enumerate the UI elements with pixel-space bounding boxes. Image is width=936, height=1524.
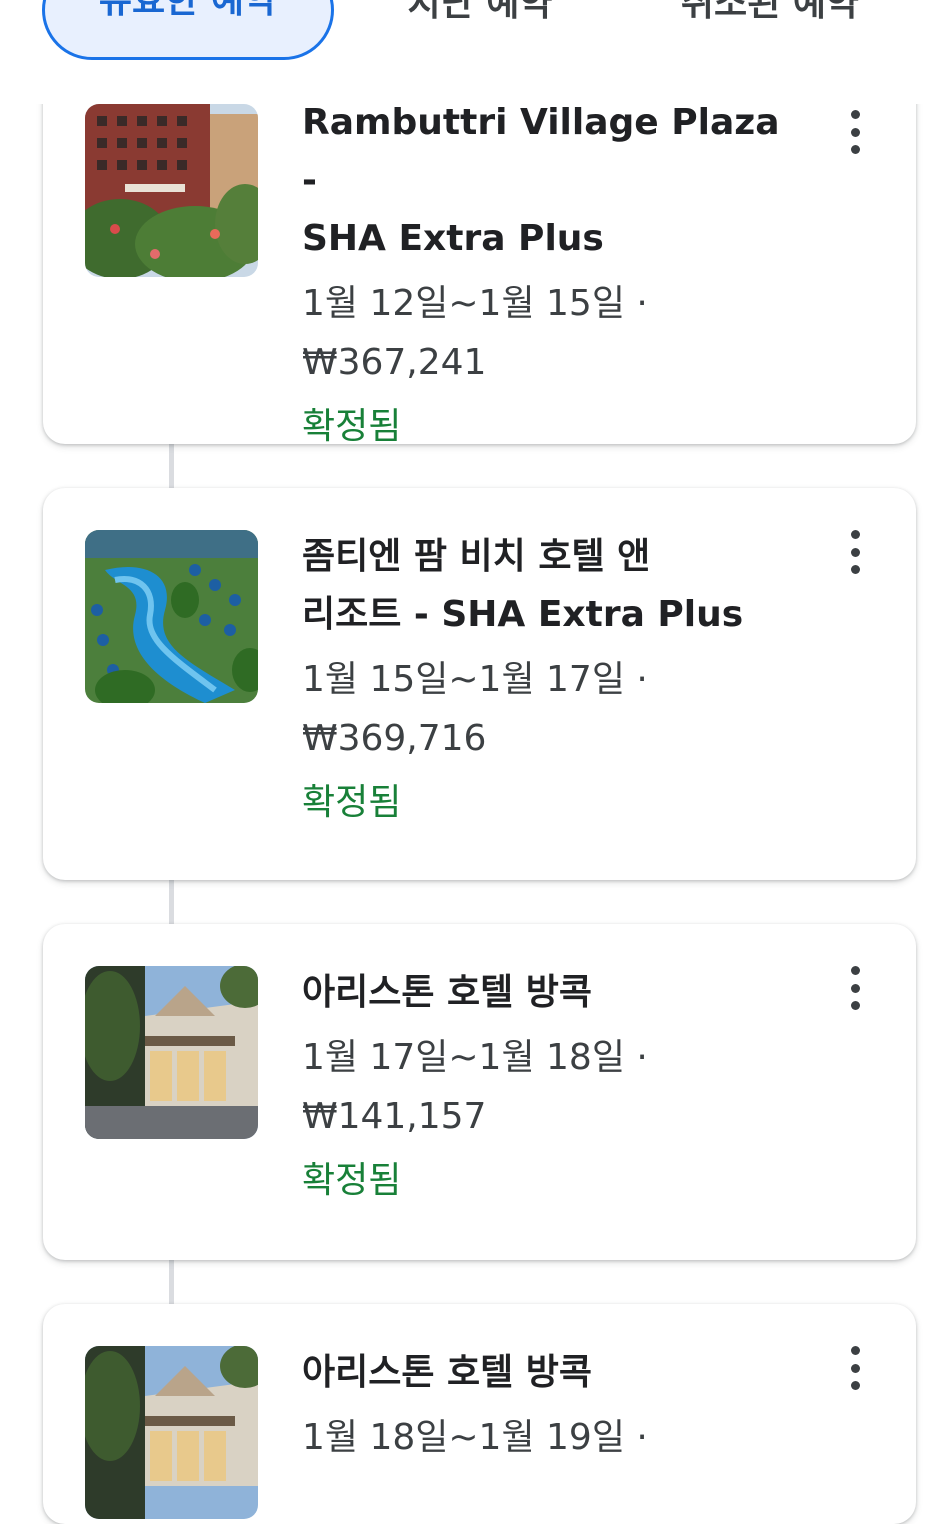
hotel-entrance-photo-icon xyxy=(85,966,258,1139)
booking-card[interactable]: 좀티엔 팜 비치 호텔 앤 리조트 - SHA Extra Plus 1월 15… xyxy=(43,488,916,880)
booking-card[interactable]: 아리스톤 호텔 방콕 1월 17일~1월 18일 · ₩141,157 확정됨 xyxy=(43,924,916,1260)
hotel-name-line1: 아리스톤 호텔 방콕 xyxy=(302,972,593,1013)
tab-past-bookings[interactable]: 지난 예약 xyxy=(380,0,580,60)
hotel-name-line1: 아리스톤 호텔 방콕 xyxy=(302,1352,593,1393)
booking-dates: 1월 15일~1월 17일 · xyxy=(302,659,648,700)
status-badge: 확정됨 xyxy=(302,406,402,447)
tab-cancelled-bookings[interactable]: 취소된 예약 xyxy=(660,0,880,60)
booking-card[interactable]: 아리스톤 호텔 방콕 1월 18일~1월 19일 · xyxy=(43,1304,916,1524)
booking-dates: 1월 18일~1월 19일 · xyxy=(302,1417,648,1458)
resort-pool-photo-icon xyxy=(85,530,258,703)
hotel-name-line2: 리조트 - SHA Extra Plus xyxy=(302,594,744,635)
hotel-thumbnail[interactable] xyxy=(85,966,258,1139)
booking-price: ₩141,157 xyxy=(302,1096,487,1137)
hotel-name-line1: Rambuttri Village Plaza - xyxy=(302,102,780,201)
hotel-thumbnail[interactable] xyxy=(85,1346,258,1519)
booking-dates: 1월 17일~1월 18일 · xyxy=(302,1037,648,1078)
booking-card[interactable]: Rambuttri Village Plaza - SHA Extra Plus… xyxy=(43,60,916,447)
more-options-icon[interactable] xyxy=(840,1346,870,1390)
timeline-connector xyxy=(169,444,174,488)
hotel-name-line2: SHA Extra Plus xyxy=(302,218,604,259)
hotel-name-line1: 좀티엔 팜 비치 호텔 앤 xyxy=(302,536,651,577)
hotel-courtyard-photo-icon xyxy=(85,104,258,277)
more-options-icon[interactable] xyxy=(840,110,870,154)
hotel-name[interactable]: 좀티엔 팜 비치 호텔 앤 리조트 - SHA Extra Plus xyxy=(302,528,782,644)
more-options-icon[interactable] xyxy=(840,966,870,1010)
hotel-thumbnail[interactable] xyxy=(85,104,258,277)
status-badge: 확정됨 xyxy=(302,1160,402,1201)
hotel-name[interactable]: 아리스톤 호텔 방콕 xyxy=(302,1344,782,1402)
booking-tabs: 유효한 예약 지난 예약 취소된 예약 xyxy=(0,0,936,104)
booking-price: ₩369,716 xyxy=(302,718,487,759)
hotel-name[interactable]: 아리스톤 호텔 방콕 xyxy=(302,964,782,1022)
hotel-entrance-photo-icon xyxy=(85,1346,258,1519)
more-options-icon[interactable] xyxy=(840,530,870,574)
booking-price: ₩367,241 xyxy=(302,342,487,383)
booking-dates: 1월 12일~1월 15일 · xyxy=(302,283,648,324)
tab-active-bookings[interactable]: 유효한 예약 xyxy=(42,0,334,60)
timeline-connector xyxy=(169,880,174,924)
timeline-connector xyxy=(169,1260,174,1304)
status-badge: 확정됨 xyxy=(302,782,402,823)
hotel-thumbnail[interactable] xyxy=(85,530,258,703)
hotel-name[interactable]: Rambuttri Village Plaza - SHA Extra Plus xyxy=(302,94,782,268)
